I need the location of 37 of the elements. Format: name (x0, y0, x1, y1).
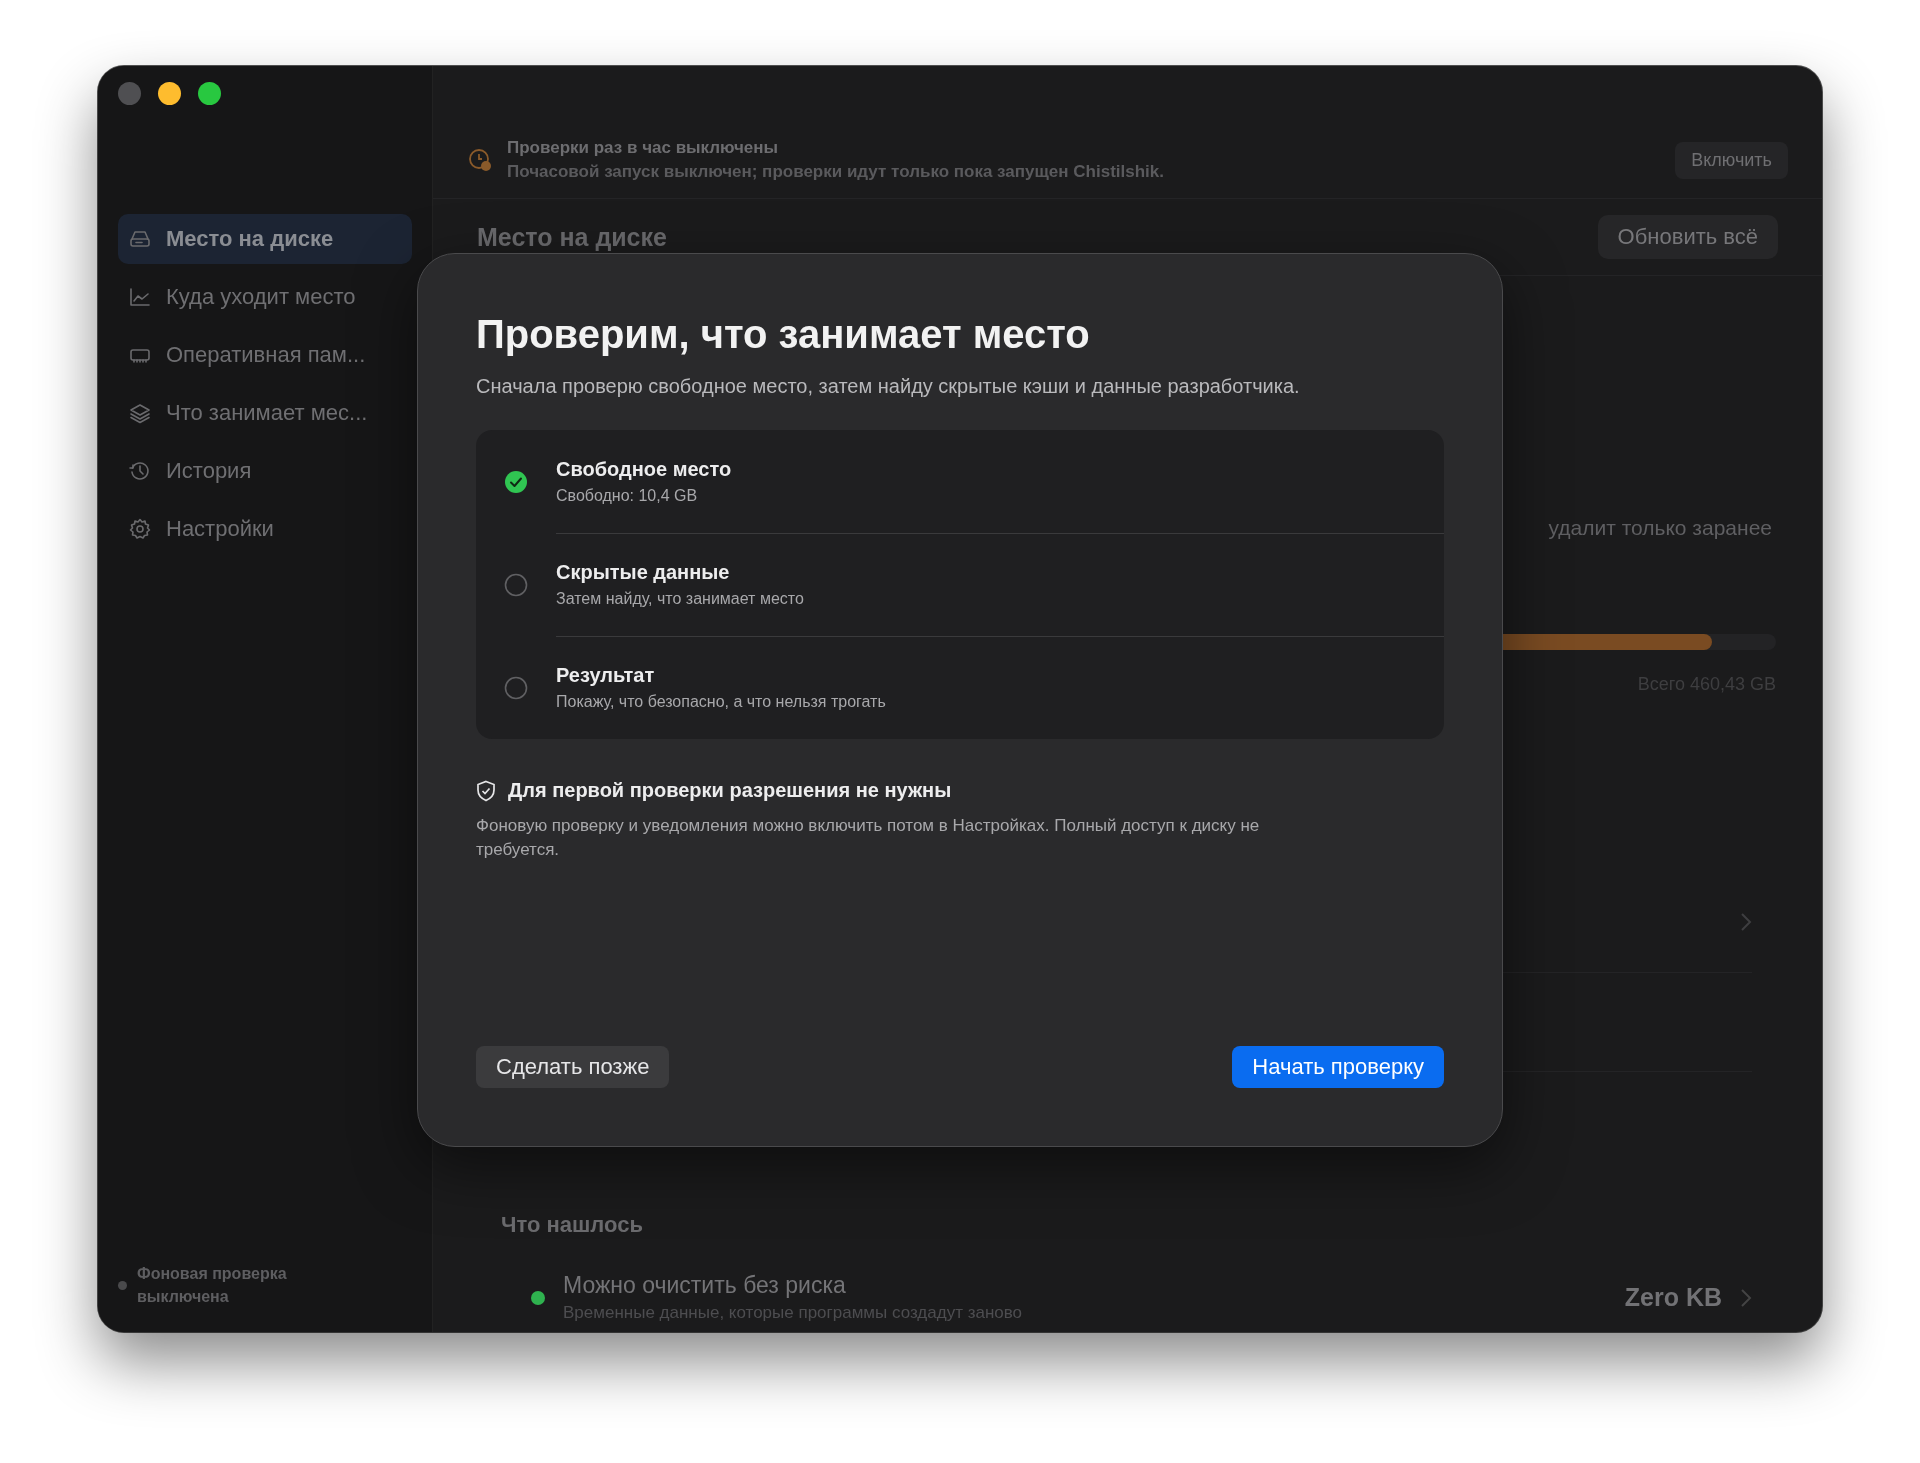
dialog-title: Проверим, что занимает место (476, 312, 1091, 357)
sidebar-item[interactable]: Куда уходит место (118, 272, 412, 322)
later-button[interactable]: Сделать позже (476, 1046, 670, 1088)
permission-text: Фоновую проверку и уведомления можно включить потом в Настройках. Полный доступ к диску не требуется. (476, 815, 1261, 861)
layers-icon (128, 401, 152, 425)
sidebar-item[interactable]: Настройки (118, 504, 412, 554)
step-subtitle: Свободно: 10,4 GB (556, 486, 699, 505)
dialog-subtitle: Сначала проверю свободное место, затем найду скрытые кэши и данные разработчика. (476, 375, 1301, 398)
description-text: удалит только заранее (1548, 516, 1772, 540)
sidebar-item[interactable]: История (118, 446, 412, 496)
step-title: Скрытые данные (556, 560, 731, 584)
shield-check-icon (476, 779, 496, 802)
banner-text: Почасовой запуск выключен; проверки идут только пока запущен Chistilshik. (507, 162, 1165, 182)
settings-icon (128, 517, 152, 541)
clock-warning-icon (467, 147, 493, 173)
step-title: Свободное место (556, 457, 733, 481)
refresh-all-button[interactable]: Обновить всё (1597, 215, 1778, 259)
minimize-window-button[interactable] (158, 82, 181, 105)
step-title: Результат (556, 664, 656, 687)
sidebar-item[interactable]: Оперативная пам... (118, 330, 412, 380)
chevron-icon (1740, 912, 1752, 932)
start-check-button[interactable]: Начать проверку (1232, 1046, 1444, 1088)
step-subtitle: Затем найду, что занимает место (556, 589, 805, 608)
history-icon (128, 459, 152, 483)
line-chart-icon (128, 285, 152, 309)
enable-button[interactable]: Включить (1675, 141, 1788, 179)
section-title: Место на диске (477, 222, 667, 252)
permission-title: Для первой проверки разрешения не нужны (508, 779, 952, 802)
step-subtitle: Покажу, что безопасно, а что нельзя трогать (556, 693, 887, 711)
findings-title: Что нашлось (501, 1212, 644, 1238)
banner-title: Проверки раз в час выключены (507, 138, 780, 158)
finding-size: Zero KB (1624, 1283, 1722, 1312)
sidebar-item[interactable]: Что занимает мес... (118, 388, 412, 438)
status-text: Фоновая проверка выключена (137, 1264, 288, 1307)
zoom-window-button[interactable] (198, 82, 221, 105)
sidebar-item[interactable]: Место на диске (118, 214, 412, 264)
finding-title: Можно очистить без риска (563, 1272, 847, 1299)
